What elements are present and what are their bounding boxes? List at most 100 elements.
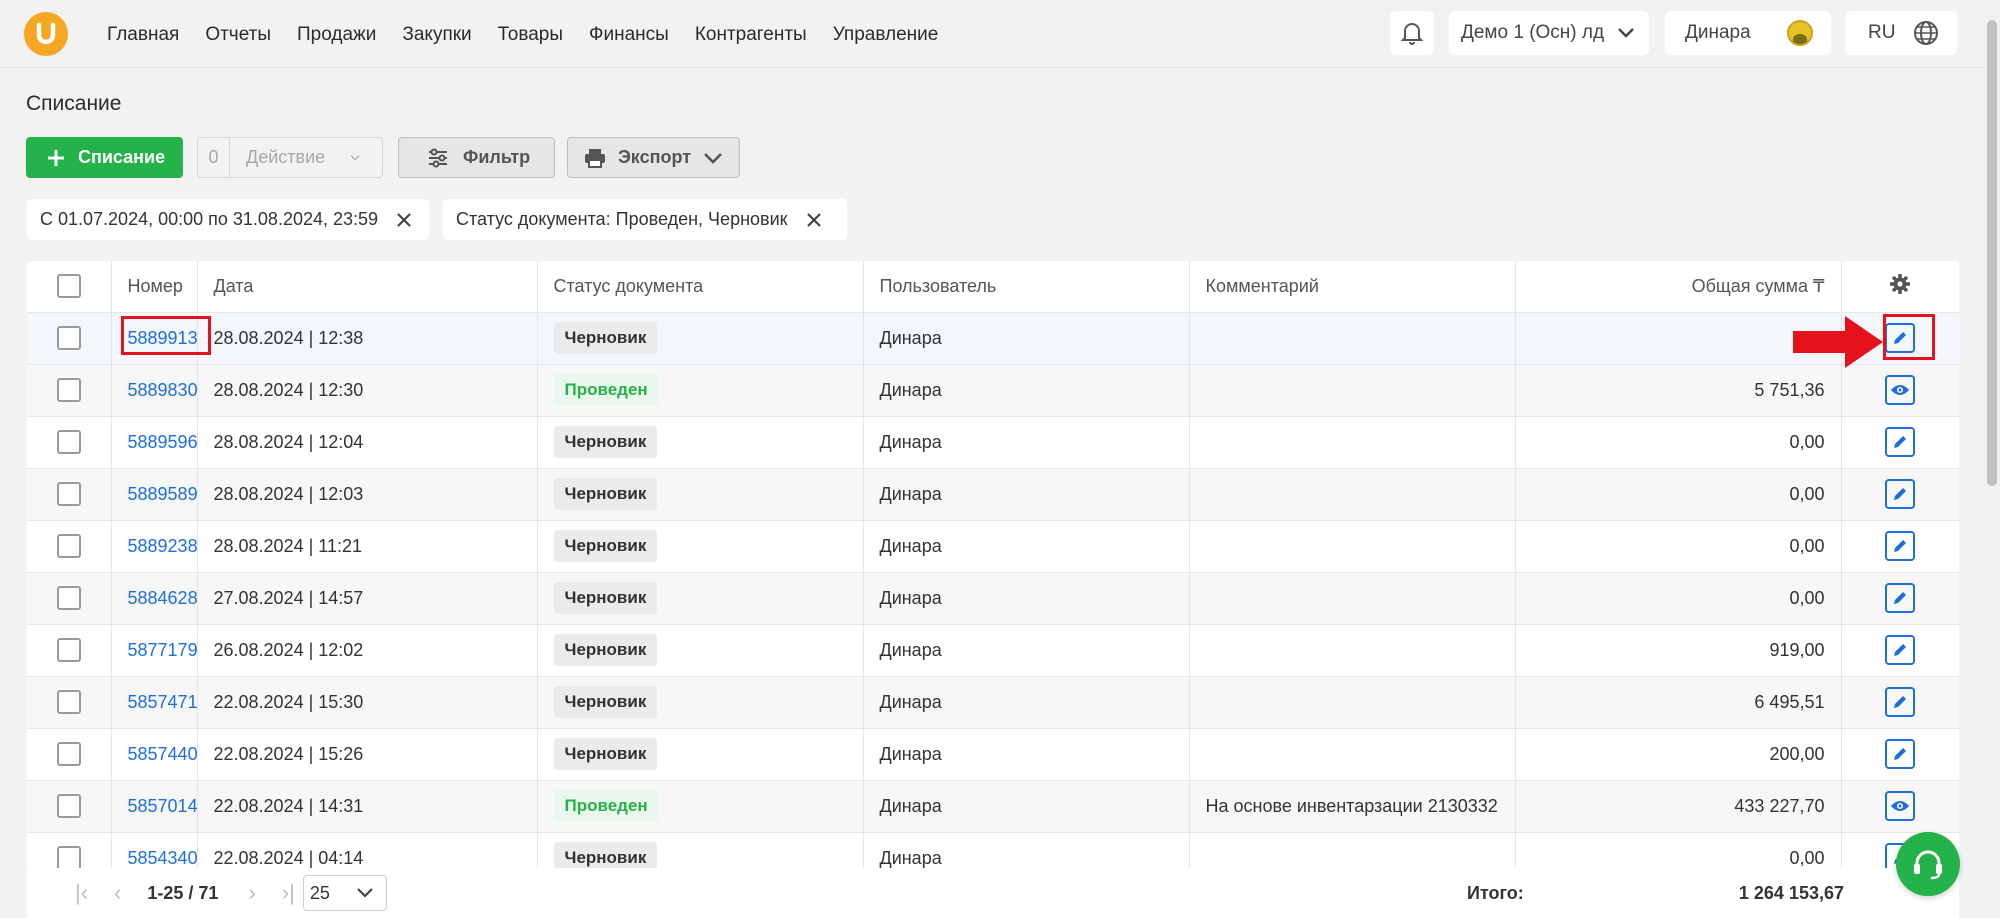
nav-item-finance[interactable]: Финансы [589,24,669,46]
document-number-link[interactable]: 5857440 [128,744,197,764]
avatar [1787,20,1813,46]
document-number-link[interactable]: 5884628 [128,588,197,608]
col-comment[interactable]: Комментарий [1189,261,1516,313]
status-badge: Черновик [553,582,658,614]
company-selector[interactable]: Демо 1 (Осн) лд [1449,11,1649,55]
status-cell: Черновик [537,572,864,625]
edit-button[interactable] [1885,635,1916,665]
edit-button[interactable] [1885,531,1916,561]
edit-button[interactable] [1885,687,1916,717]
logo[interactable] [24,12,68,56]
prev-page-icon[interactable]: ‹ [114,880,121,906]
row-checkbox[interactable] [57,846,81,868]
row-checkbox[interactable] [57,794,81,818]
col-date[interactable]: Дата [197,261,538,313]
row-checkbox[interactable] [57,482,81,506]
nav-item-sales[interactable]: Продажи [297,24,376,46]
document-number-link[interactable]: 5877179 [128,640,197,660]
status-badge: Черновик [553,686,658,718]
table-row[interactable]: 5889596 28.08.2024 | 12:04 Черновик Динара 0… [27,416,1959,469]
scrollbar-thumb[interactable] [1987,20,1997,486]
nav-item-contractors[interactable]: Контрагенты [695,24,807,46]
document-number-link[interactable]: 5889238 [128,536,197,556]
edit-button[interactable] [1885,427,1916,457]
document-number-link[interactable]: 5857014 [128,796,197,816]
support-chat-button[interactable] [1896,832,1960,896]
first-page-icon[interactable]: |‹ [75,880,88,906]
eye-icon [1891,801,1910,811]
table-row[interactable]: 5889589 28.08.2024 | 12:03 Черновик Динара 0… [27,468,1959,521]
total-cell: 433 227,70 [1515,780,1842,833]
table-row[interactable]: 5889913 28.08.2024 | 12:38 Черновик Динара [27,312,1959,365]
row-checkbox[interactable] [57,534,81,558]
row-checkbox[interactable] [57,326,81,350]
notifications-button[interactable] [1390,11,1434,55]
document-number-link[interactable]: 5889589 [128,484,197,504]
view-button[interactable] [1885,791,1916,821]
table-row[interactable]: 5884628 27.08.2024 | 14:57 Черновик Динара 0… [27,572,1959,625]
document-number-link[interactable]: 5854340 [128,848,197,868]
nav-item-purchases[interactable]: Закупки [402,24,471,46]
row-select-cell [27,832,112,868]
action-dropdown[interactable]: 0 Действие [197,137,383,178]
user-cell: Динара [863,832,1190,868]
row-checkbox[interactable] [57,638,81,662]
user-cell: Динара [863,468,1190,521]
edit-button[interactable] [1885,583,1916,613]
status-badge: Черновик [553,426,658,458]
close-icon[interactable] [396,212,412,228]
number-cell: 5854340 [111,832,198,868]
page-size-select[interactable]: 25 [302,875,387,911]
view-button[interactable] [1885,375,1916,405]
row-checkbox[interactable] [57,378,81,402]
col-status[interactable]: Статус документа [537,261,864,313]
action-cell [1841,468,1959,521]
edit-button[interactable] [1885,739,1916,769]
user-name: Динара [1685,22,1751,43]
action-cell [1841,624,1959,677]
user-menu[interactable]: Динара [1665,11,1831,55]
document-number-link[interactable]: 5889830 [128,380,197,400]
table-row[interactable]: 5854340 22.08.2024 | 04:14 Черновик Динара 0… [27,832,1959,868]
table-row[interactable]: 5857440 22.08.2024 | 15:26 Черновик Динара 2… [27,728,1959,781]
gear-icon[interactable] [1889,273,1911,295]
language-selector[interactable]: RU [1845,11,1957,55]
document-number-link[interactable]: 5889596 [128,432,197,452]
comment-cell: На основе инвентарзации 2130332 [1189,780,1516,833]
eye-icon [1891,385,1910,395]
last-page-icon[interactable]: ›| [282,880,295,906]
nav-item-reports[interactable]: Отчеты [205,24,271,46]
action-cell [1841,364,1959,417]
total-cell: 200,00 [1515,728,1842,781]
export-button[interactable]: Экспорт [567,137,740,178]
nav-item-products[interactable]: Товары [498,24,563,46]
comment-cell [1189,468,1516,521]
table-row[interactable]: 5889238 28.08.2024 | 11:21 Черновик Динара 0… [27,520,1959,573]
next-page-icon[interactable]: › [248,880,255,906]
date-cell: 22.08.2024 | 15:26 [197,728,538,781]
select-all-checkbox[interactable] [57,274,81,299]
nav-item-home[interactable]: Главная [107,24,179,46]
row-checkbox[interactable] [57,586,81,610]
col-number[interactable]: Номер [111,261,198,313]
table-row[interactable]: 5889830 28.08.2024 | 12:30 Проведен Динара 5… [27,364,1959,417]
nav-item-management[interactable]: Управление [833,24,939,46]
document-number-link[interactable]: 5857471 [128,692,197,712]
col-user[interactable]: Пользователь [863,261,1190,313]
row-checkbox[interactable] [57,430,81,454]
row-checkbox[interactable] [57,690,81,714]
edit-button[interactable] [1885,479,1916,509]
row-checkbox[interactable] [57,742,81,766]
table-row[interactable]: 5857014 22.08.2024 | 14:31 Проведен Динара Н… [27,780,1959,833]
number-cell: 5857471 [111,676,198,729]
page-scrollbar[interactable] [1984,0,2000,918]
logo-u-icon [36,22,56,45]
filter-button[interactable]: Фильтр [398,137,555,178]
user-cell: Динара [863,416,1190,469]
table-row[interactable]: 5857471 22.08.2024 | 15:30 Черновик Динара 6… [27,676,1959,729]
close-icon[interactable] [806,212,822,228]
table-row[interactable]: 5877179 26.08.2024 | 12:02 Черновик Динара 9… [27,624,1959,677]
col-total[interactable]: Общая сумма ₸ [1515,261,1842,313]
pencil-icon [1894,488,1907,500]
add-writeoff-button[interactable]: Списание [26,137,183,178]
